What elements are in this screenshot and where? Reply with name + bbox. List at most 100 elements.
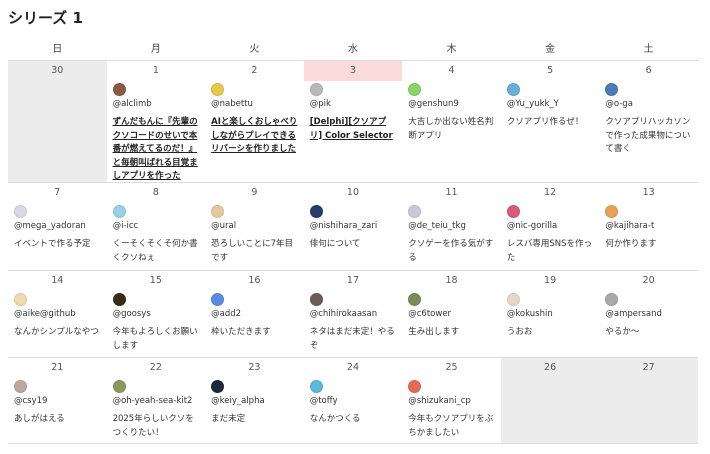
calendar-week-row: 30 1 @alclimb ずんだもんに『先輩のクソコードのせいで本番が燃えてるのだ！…	[8, 61, 698, 183]
user-avatar-icon[interactable]	[309, 293, 323, 306]
calendar-day-cell[interactable]: 18 @c6tower 生み出します	[402, 271, 501, 357]
user-avatar-icon[interactable]	[14, 293, 27, 306]
user-handle[interactable]: @oh-yeah-sea-kit2	[113, 395, 200, 407]
calendar-day-cell[interactable]: 8 @i-icc くーそくそくそ何か書くクソねぇ	[107, 183, 206, 270]
calendar-day-cell[interactable]: 21 @csy19 あしがはえる	[8, 358, 107, 443]
user-handle[interactable]: @ural	[211, 220, 298, 232]
user-handle[interactable]: @alclimb	[113, 98, 200, 110]
user-avatar-icon[interactable]	[211, 205, 225, 218]
entry-comment: なんかつくる	[309, 414, 361, 424]
user-avatar-icon[interactable]	[309, 205, 323, 218]
day-number: 16	[248, 275, 261, 286]
calendar-day-cell[interactable]: 12 @nic-gorilla レスバ専用SNSを作った	[501, 183, 600, 270]
day-number: 15	[149, 275, 162, 286]
entry-comment: クソゲーを作る気がする	[408, 239, 494, 263]
user-avatar-icon[interactable]	[309, 380, 323, 393]
weekday-wed: 水	[347, 44, 358, 55]
user-avatar-icon[interactable]	[605, 83, 619, 96]
day-number: 27	[642, 362, 655, 373]
calendar-day-cell[interactable]: 5 @Yu_yukk_Y クソアプリ作るぜ！	[501, 61, 600, 182]
user-avatar-icon[interactable]	[408, 83, 422, 96]
day-number: 4	[448, 65, 455, 76]
calendar-day-cell[interactable]: 7 @mega_yadoran イベントで作る予定	[8, 183, 107, 270]
user-handle[interactable]: @add2	[211, 308, 298, 320]
user-handle[interactable]: @shizukani_cp	[408, 395, 495, 407]
user-avatar-icon[interactable]	[112, 380, 126, 393]
user-avatar-icon[interactable]	[408, 205, 422, 218]
user-handle[interactable]: @mega_yadoran	[14, 220, 101, 232]
user-handle[interactable]: @ampersand	[605, 308, 692, 320]
calendar-day-cell[interactable]: 15 @goosys 今年もよろしくお願いします	[107, 271, 206, 357]
user-avatar-icon[interactable]	[112, 205, 126, 218]
user-avatar-icon[interactable]	[309, 83, 323, 96]
calendar-day-cell[interactable]: 19 @kokushin うおお	[501, 271, 600, 357]
calendar-day-cell[interactable]: 6 @o-ga クソアプリハッカソンで作った成果物について書く	[599, 61, 698, 182]
user-handle[interactable]: @o-ga	[605, 98, 692, 110]
calendar-day-cell[interactable]: 9 @ural 恐ろしいことに7年目です	[205, 183, 304, 270]
user-handle[interactable]: @de_teiu_tkg	[408, 220, 495, 232]
calendar-day-cell[interactable]: 2 @nabettu AIと楽しくおしゃべりしながらプレイできるリバーシを作りました	[205, 61, 304, 182]
entry-comment: なんかシンプルなやつ	[14, 327, 99, 337]
calendar-day-cell[interactable]: 4 @genshun9 大吉しか出ない姓名判断アプリ	[402, 61, 501, 182]
user-handle[interactable]: @Yu_yukk_Y	[507, 98, 594, 110]
calendar-day-cell[interactable]: 10 @nishihara_zari 俳句について	[304, 183, 403, 270]
entry-comment: クソアプリ作るぜ！	[506, 117, 584, 127]
user-avatar-icon[interactable]	[112, 293, 126, 306]
calendar-day-cell[interactable]: 11 @de_teiu_tkg クソゲーを作る気がする	[402, 183, 501, 270]
day-number: 17	[346, 275, 360, 286]
user-handle[interactable]: @goosys	[113, 308, 200, 320]
user-handle[interactable]: @c6tower	[408, 308, 495, 320]
user-avatar-icon[interactable]	[408, 380, 422, 393]
user-handle[interactable]: @toffy	[310, 395, 397, 407]
user-avatar-icon[interactable]	[211, 380, 225, 393]
entry-comment: 枠いただきます	[211, 327, 271, 337]
calendar-day-cell: 27	[599, 358, 698, 443]
entry-comment: 生み出します	[408, 327, 460, 337]
user-avatar-icon[interactable]	[506, 83, 520, 96]
day-number: 24	[346, 362, 360, 373]
user-avatar-icon[interactable]	[408, 293, 422, 306]
user-avatar-icon[interactable]	[14, 205, 27, 218]
user-avatar-icon[interactable]	[112, 83, 126, 96]
calendar-day-cell[interactable]: 13 @kajihara-t 何か作ります	[599, 183, 698, 270]
article-link[interactable]: AIと楽しくおしゃべりしながらプレイできるリバーシを作りました	[211, 116, 298, 157]
user-handle[interactable]: @aike@github	[14, 308, 101, 320]
calendar-day-cell[interactable]: 14 @aike@github なんかシンプルなやつ	[8, 271, 107, 357]
calendar-day-cell[interactable]: 22 @oh-yeah-sea-kit2 2025年らしいクソをつくりたい！	[107, 358, 206, 443]
user-handle[interactable]: @kajihara-t	[605, 220, 692, 232]
user-handle[interactable]: @chihirokaasan	[310, 308, 397, 320]
calendar-day-cell[interactable]: 1 @alclimb ずんだもんに『先輩のクソコードのせいで本番が燃えてるのだ！』と…	[107, 61, 206, 182]
user-handle[interactable]: @keiy_alpha	[211, 395, 298, 407]
calendar-title: シリーズ 1	[8, 9, 83, 27]
user-handle[interactable]: @i-icc	[113, 220, 200, 232]
user-handle[interactable]: @nishihara_zari	[310, 220, 397, 232]
calendar-day-cell[interactable]: 3 @pik [Delphi][クソアプリ] Color Selector	[303, 61, 403, 182]
user-avatar-icon[interactable]	[14, 380, 27, 393]
calendar-day-cell[interactable]: 23 @keiy_alpha まだ未定	[205, 358, 304, 443]
user-avatar-icon[interactable]	[211, 83, 225, 96]
user-handle[interactable]: @kokushin	[507, 308, 594, 320]
day-number: 13	[642, 187, 655, 198]
entry-comment: レスバ専用SNSを作った	[506, 239, 592, 263]
calendar-day-cell[interactable]: 20 @ampersand やるか〜	[599, 271, 698, 357]
day-number: 30	[51, 65, 64, 76]
calendar-day-cell[interactable]: 16 @add2 枠いただきます	[205, 271, 304, 357]
user-handle[interactable]: @nic-gorilla	[507, 220, 594, 232]
user-handle[interactable]: @pik	[310, 98, 397, 110]
day-number: 20	[642, 275, 655, 286]
article-link[interactable]: ずんだもんに『先輩のクソコードのせいで本番が燃えてるのだ！』と毎朝叫ばれる目覚ま…	[113, 116, 200, 182]
user-handle[interactable]: @genshun9	[408, 98, 495, 110]
user-avatar-icon[interactable]	[506, 205, 520, 218]
weekday-sat: 土	[643, 44, 654, 55]
calendar-day-cell: 26	[500, 358, 600, 443]
article-link[interactable]: [Delphi][クソアプリ] Color Selector	[310, 116, 397, 143]
user-avatar-icon[interactable]	[211, 293, 225, 306]
user-handle[interactable]: @nabettu	[211, 98, 298, 110]
user-avatar-icon[interactable]	[605, 205, 619, 218]
calendar-day-cell[interactable]: 17 @chihirokaasan ネタはまだ未定！やるぞ	[304, 271, 403, 357]
calendar-day-cell[interactable]: 24 @toffy なんかつくる	[304, 358, 403, 443]
user-handle[interactable]: @csy19	[14, 395, 101, 407]
user-avatar-icon[interactable]	[605, 293, 619, 306]
calendar-day-cell[interactable]: 25 @shizukani_cp 今年もクソアプリをぶちかましたい	[402, 358, 501, 443]
user-avatar-icon[interactable]	[506, 293, 520, 306]
